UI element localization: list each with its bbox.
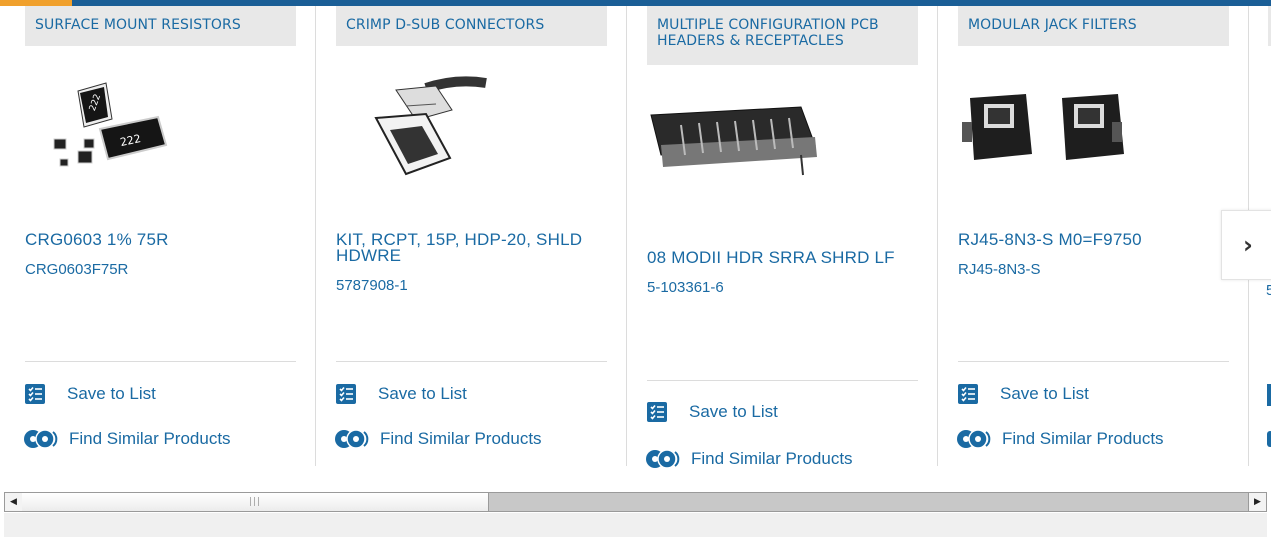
save-to-list-label: Save to List xyxy=(1000,384,1089,403)
product-card: CRIMP D-SUB CONNECTORS KIT, RCPT, 15P, H… xyxy=(335,6,627,476)
part-number[interactable]: 5787908-1 xyxy=(336,277,607,294)
find-similar-button[interactable]: Find Similar Products xyxy=(646,448,853,470)
product-image[interactable] xyxy=(336,46,607,196)
find-similar-button[interactable]: Find Similar Products xyxy=(24,428,231,450)
scroll-left-arrow-icon[interactable]: ◀ xyxy=(5,493,23,511)
next-card-similar-icon-partial xyxy=(1267,431,1271,447)
find-similar-label: Find Similar Products xyxy=(380,429,542,448)
similar-products-icon xyxy=(643,448,683,470)
product-title[interactable]: KIT, RCPT, 15P, HDP-20, SHLD HDWRE xyxy=(336,231,607,264)
find-similar-label: Find Similar Products xyxy=(69,429,231,448)
divider xyxy=(647,380,918,381)
product-title[interactable]: 08 MODII HDR SRRA SHRD LF xyxy=(647,249,918,266)
scroll-right-arrow-icon[interactable]: ▶ xyxy=(1248,493,1266,511)
checklist-icon xyxy=(25,384,45,404)
save-to-list-label: Save to List xyxy=(378,384,467,403)
product-carousel: SURFACE MOUNT RESISTORS 222 222 CRG0603 … xyxy=(0,6,1271,490)
category-label[interactable]: MULTIPLE CONFIGURATION PCB HEADERS & REC… xyxy=(647,6,918,65)
card-separator xyxy=(626,6,627,466)
similar-products-icon xyxy=(954,428,994,450)
product-image[interactable]: 222 222 xyxy=(25,46,296,196)
product-image[interactable] xyxy=(647,65,918,225)
save-to-list-button[interactable]: Save to List xyxy=(25,384,156,404)
checklist-icon xyxy=(336,384,356,404)
category-label[interactable]: MODULAR JACK FILTERS xyxy=(958,6,1229,46)
save-to-list-label: Save to List xyxy=(689,402,778,421)
product-title[interactable]: CRG0603 1% 75R xyxy=(25,231,296,248)
part-number[interactable]: CRG0603F75R xyxy=(25,261,296,278)
card-separator xyxy=(315,6,316,466)
next-card-part-number-partial: 5 xyxy=(1266,282,1271,299)
next-card-checklist-icon-partial xyxy=(1267,384,1271,406)
find-similar-label: Find Similar Products xyxy=(1002,429,1164,448)
category-label[interactable]: CRIMP D-SUB CONNECTORS xyxy=(336,6,607,46)
find-similar-label: Find Similar Products xyxy=(691,449,853,468)
save-to-list-label: Save to List xyxy=(67,384,156,403)
product-title[interactable]: RJ45-8N3-S M0=F9750 xyxy=(958,231,1229,248)
scrollbar-thumb[interactable]: ||| xyxy=(22,493,489,511)
product-card: SURFACE MOUNT RESISTORS 222 222 CRG0603 … xyxy=(24,6,316,476)
save-to-list-button[interactable]: Save to List xyxy=(958,384,1089,404)
find-similar-button[interactable]: Find Similar Products xyxy=(335,428,542,450)
similar-products-icon xyxy=(332,428,372,450)
divider xyxy=(336,361,607,362)
product-image[interactable] xyxy=(958,46,1229,196)
product-card: MODULAR JACK FILTERS RJ45-8N3-S M0=F9750… xyxy=(957,6,1249,476)
checklist-icon xyxy=(958,384,978,404)
part-number[interactable]: 5-103361-6 xyxy=(647,279,918,296)
checklist-icon xyxy=(647,402,667,422)
save-to-list-button[interactable]: Save to List xyxy=(336,384,467,404)
horizontal-scrollbar[interactable]: ◀ ||| ▶ xyxy=(4,492,1267,512)
chevron-right-icon: › xyxy=(1243,231,1253,259)
product-card: MULTIPLE CONFIGURATION PCB HEADERS & REC… xyxy=(646,6,938,490)
category-label[interactable]: SURFACE MOUNT RESISTORS xyxy=(25,6,296,46)
divider xyxy=(25,361,296,362)
save-to-list-button[interactable]: Save to List xyxy=(647,402,778,422)
find-similar-button[interactable]: Find Similar Products xyxy=(957,428,1164,450)
carousel-next-button[interactable]: › xyxy=(1221,210,1271,280)
part-number[interactable]: RJ45-8N3-S xyxy=(958,261,1229,278)
page-footer-area xyxy=(4,513,1267,537)
card-separator xyxy=(937,6,938,466)
similar-products-icon xyxy=(21,428,61,450)
divider xyxy=(958,361,1229,362)
